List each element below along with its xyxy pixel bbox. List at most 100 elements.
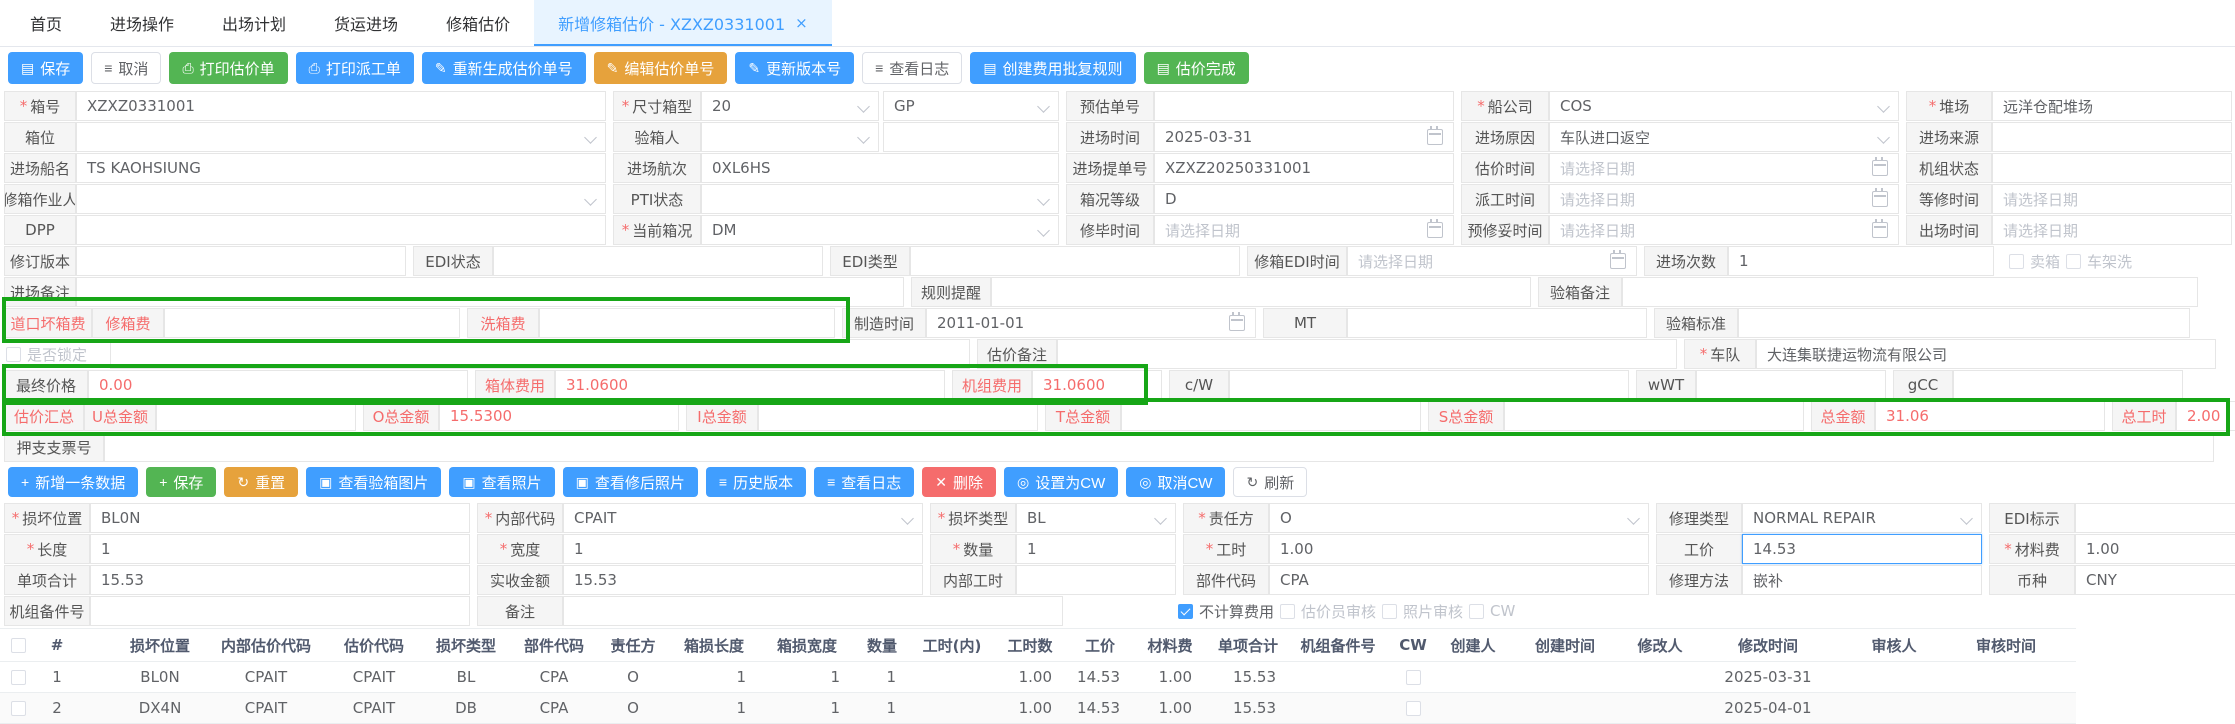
cancel-button[interactable]: ≡取消 xyxy=(91,52,161,84)
select-size[interactable]: 20 xyxy=(701,91,879,121)
row-select-checkbox[interactable] xyxy=(11,670,26,685)
input-gcc[interactable] xyxy=(1953,370,2183,400)
input-labor-price[interactable]: 14.53 xyxy=(1742,534,1982,564)
tab-ingate-ops[interactable]: 进场操作 xyxy=(86,0,198,46)
no-fee-checkbox[interactable] xyxy=(1178,604,1193,619)
select-all-checkbox[interactable] xyxy=(11,638,26,653)
select-box-type[interactable]: GP xyxy=(883,91,1059,121)
input-pre-estimate-no[interactable] xyxy=(1154,91,1454,121)
input-wwt[interactable] xyxy=(1696,370,1886,400)
cw-cell-checkbox[interactable] xyxy=(1406,701,1421,716)
input-work-hours[interactable]: 1.00 xyxy=(1269,534,1649,564)
select-pti-status[interactable] xyxy=(701,184,1059,214)
input-wash-fee[interactable] xyxy=(539,308,835,338)
select-damage-type[interactable]: BL xyxy=(1016,503,1176,533)
input-damage-location[interactable]: BL0N xyxy=(90,503,470,533)
input-total-hours[interactable]: 2.00 xyxy=(2176,401,2235,431)
cw-checkbox[interactable] xyxy=(1469,604,1484,619)
input-final-price[interactable]: 0.00 xyxy=(88,370,468,400)
select-current-condition[interactable]: DM xyxy=(701,215,1059,245)
input-mt[interactable] xyxy=(1347,308,1647,338)
input-manufacture-date[interactable]: 2011-01-01 xyxy=(926,308,1256,338)
row-select-checkbox[interactable] xyxy=(11,701,26,716)
close-icon[interactable]: × xyxy=(795,14,808,32)
input-inspector-extra[interactable] xyxy=(883,122,1059,152)
sell-box-checkbox[interactable] xyxy=(2009,254,2024,269)
input-edi-type[interactable] xyxy=(910,246,1240,276)
input-lock-extra[interactable] xyxy=(110,339,970,369)
input-repair-fee[interactable] xyxy=(164,308,460,338)
input-wait-repair-time[interactable]: 请选择日期 xyxy=(1992,184,2232,214)
input-s-total[interactable] xyxy=(1504,401,1804,431)
select-ingate-reason[interactable]: 车队进口返空 xyxy=(1549,122,1899,152)
select-shipping-line[interactable]: COS xyxy=(1549,91,1899,121)
select-repair-operator[interactable] xyxy=(76,184,606,214)
create-fee-rule-button[interactable]: ▤创建费用批复规则 xyxy=(970,52,1135,84)
input-edi-mark[interactable] xyxy=(2075,503,2235,533)
input-part-code[interactable]: CPA xyxy=(1269,565,1649,595)
view-log-button[interactable]: ≡查看日志 xyxy=(862,52,962,84)
input-ingate-time[interactable]: 2025-03-31 xyxy=(1154,122,1454,152)
add-row-button[interactable]: +新增一条数据 xyxy=(8,467,138,497)
set-cw-button[interactable]: ◎设置为CW xyxy=(1004,467,1118,497)
input-ingate-voyage[interactable]: 0XL6HS xyxy=(701,153,1059,183)
select-inspector[interactable] xyxy=(701,122,879,152)
input-estimate-time[interactable]: 请选择日期 xyxy=(1549,153,1899,183)
input-remark[interactable] xyxy=(563,596,1063,626)
input-ingate-vessel[interactable]: TS KAOHSIUNG xyxy=(76,153,606,183)
tab-new-repair-estimate[interactable]: 新增修箱估价 - XZXZ0331001 × xyxy=(534,0,832,46)
input-unit-fee[interactable]: 31.0600 xyxy=(1032,370,1162,400)
select-repair-type[interactable]: NORMAL REPAIR xyxy=(1742,503,1982,533)
input-quantity[interactable]: 1 xyxy=(1016,534,1176,564)
select-box-position[interactable] xyxy=(76,122,606,152)
estimate-done-button[interactable]: ▤估价完成 xyxy=(1144,52,1249,84)
reset-button[interactable]: ↻重置 xyxy=(224,467,298,497)
input-cw[interactable] xyxy=(1229,370,1629,400)
input-edi-status[interactable] xyxy=(493,246,823,276)
input-ingate-source[interactable] xyxy=(1992,122,2232,152)
tab-home[interactable]: 首页 xyxy=(6,0,86,46)
view-after-pics-button[interactable]: ▣查看修后照片 xyxy=(563,467,698,497)
tab-outgate-plan[interactable]: 出场计划 xyxy=(198,0,310,46)
update-version-button[interactable]: ✎更新版本号 xyxy=(735,52,854,84)
edit-estimate-no-button[interactable]: ✎编辑估价单号 xyxy=(594,52,728,84)
input-inspect-standard[interactable] xyxy=(1738,308,2190,338)
print-estimate-button[interactable]: ⎙打印估价单 xyxy=(169,52,287,84)
input-dispatch-time[interactable]: 请选择日期 xyxy=(1549,184,1899,214)
input-ingate-bl-no[interactable]: XZXZ20250331001 xyxy=(1154,153,1454,183)
refresh-button[interactable]: ↻刷新 xyxy=(1233,467,1307,497)
input-ingate-count[interactable]: 1 xyxy=(1728,246,1994,276)
input-estimate-remark[interactable] xyxy=(1057,339,1677,369)
input-o-total[interactable]: 15.5300 xyxy=(439,401,679,431)
input-ingate-remark[interactable] xyxy=(76,277,904,307)
input-truck-company[interactable]: 大连集联捷运物流有限公司 xyxy=(1756,339,2216,369)
input-outgate-time[interactable]: 请选择日期 xyxy=(1992,215,2232,245)
input-t-total[interactable] xyxy=(1121,401,1421,431)
input-dpp[interactable] xyxy=(76,215,606,245)
regenerate-estimate-no-button[interactable]: ✎重新生成估价单号 xyxy=(422,52,586,84)
input-repair-done-time[interactable]: 请选择日期 xyxy=(1154,215,1454,245)
cw-cell-checkbox[interactable] xyxy=(1406,670,1421,685)
table-row[interactable]: 1BL0NCPAITCPAITBLCPAO1111.0014.531.0015.… xyxy=(0,662,2076,693)
view-inspect-pics-button[interactable]: ▣查看验箱图片 xyxy=(306,467,441,497)
input-condition-grade[interactable]: D xyxy=(1154,184,1454,214)
input-unit-status[interactable] xyxy=(1992,153,2232,183)
print-work-order-button[interactable]: ⎙打印派工单 xyxy=(296,52,414,84)
table-row[interactable]: 2DX4NCPAITCPAITDBCPAO1111.0014.531.0015.… xyxy=(0,693,2076,724)
cancel-cw-button[interactable]: ◎取消CW xyxy=(1126,467,1225,497)
input-received-amount[interactable]: 15.53 xyxy=(563,565,923,595)
chassis-wash-checkbox[interactable] xyxy=(2066,254,2081,269)
input-width[interactable]: 1 xyxy=(563,534,923,564)
input-total-amount[interactable]: 31.06 xyxy=(1875,401,2105,431)
detail-save-button[interactable]: +保存 xyxy=(146,467,216,497)
input-repair-edi-time[interactable]: 请选择日期 xyxy=(1347,246,1637,276)
input-repair-method[interactable]: 嵌补 xyxy=(1742,565,1982,595)
input-currency[interactable]: CNY xyxy=(2075,565,2235,595)
input-deposit-check-no[interactable] xyxy=(104,432,2214,462)
input-length[interactable]: 1 xyxy=(90,534,470,564)
detail-view-log-button[interactable]: ≡查看日志 xyxy=(814,467,914,497)
lock-checkbox[interactable] xyxy=(6,347,21,362)
input-internal-hours[interactable] xyxy=(1016,565,1176,595)
input-i-total[interactable] xyxy=(758,401,1038,431)
input-item-total[interactable]: 15.53 xyxy=(90,565,470,595)
